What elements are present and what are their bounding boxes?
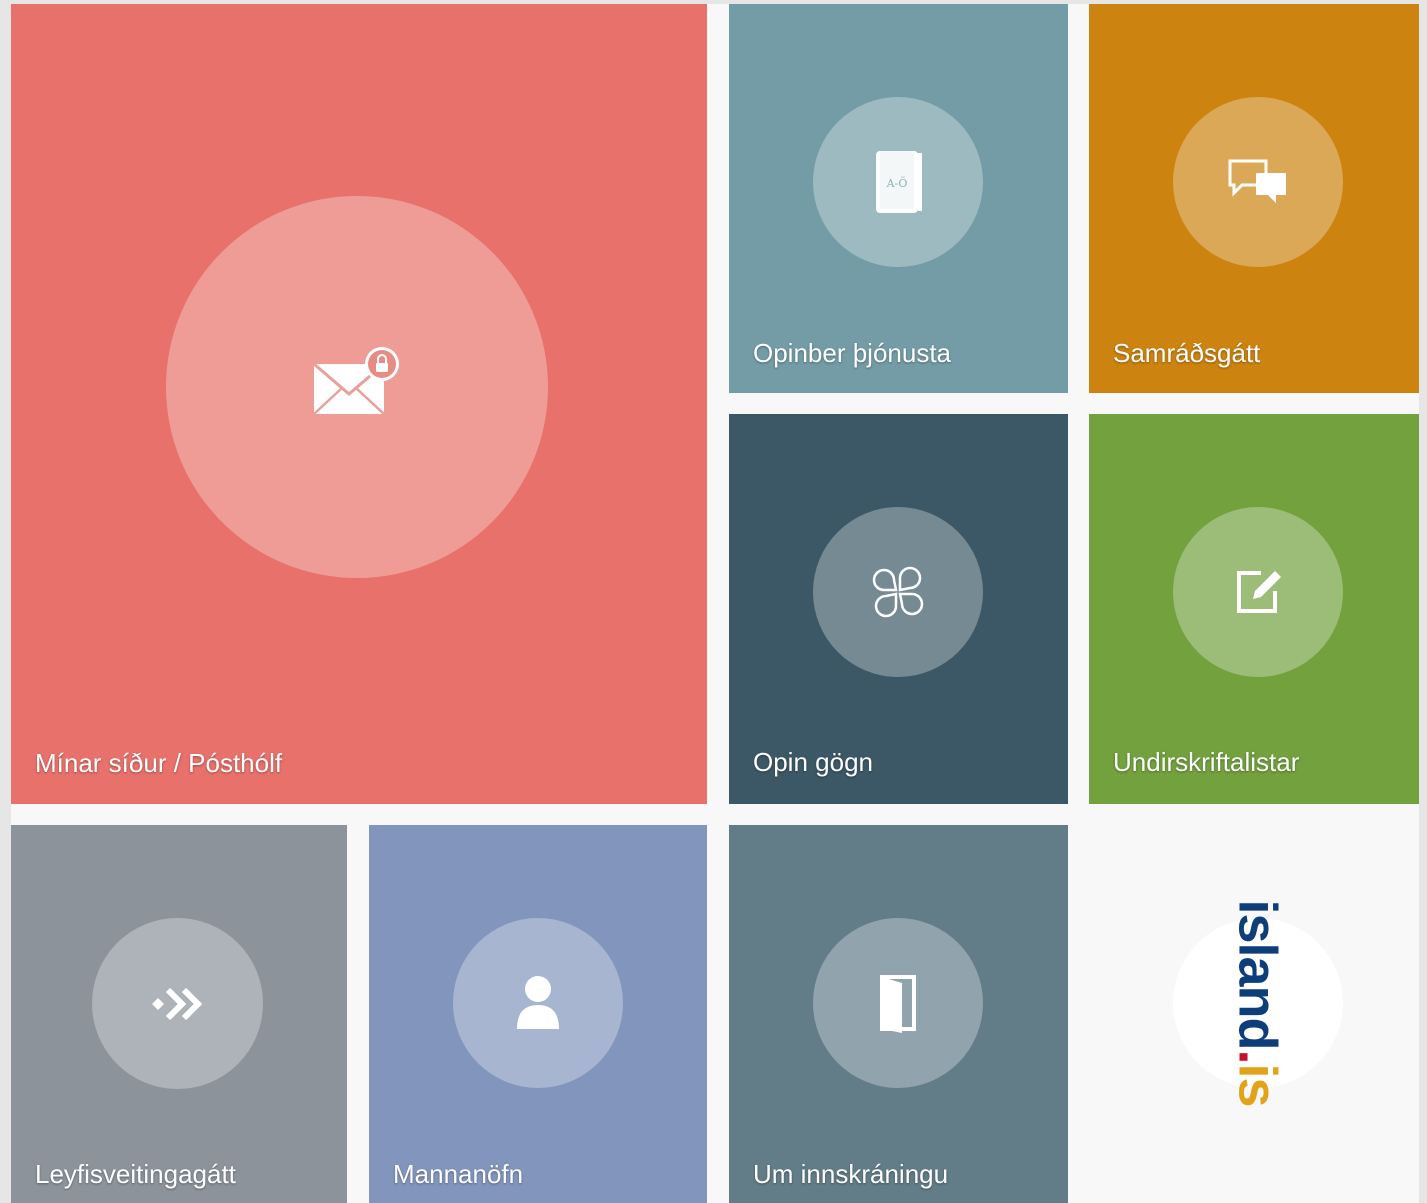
- tile-icon-circle: [813, 507, 983, 677]
- logo-circle: island.is: [1173, 899, 1343, 1107]
- tile-icon-circle: [813, 918, 983, 1088]
- logo-is-text: is: [1228, 1063, 1289, 1107]
- tile-opin-gogn[interactable]: Opin gögn: [729, 414, 1068, 804]
- tile-icon-circle: [166, 196, 548, 578]
- tile-undirskriftalistar[interactable]: Undirskriftalistar: [1089, 414, 1419, 804]
- tile-label: Leyfisveitingagátt: [35, 1159, 236, 1189]
- tile-icon-circle: A-Ö: [813, 97, 983, 267]
- chat-bubbles-icon: [1228, 159, 1286, 203]
- open-data-icon: [872, 566, 924, 618]
- tile-label: Opinber þjónusta: [753, 338, 952, 368]
- tile-um-innskraningu[interactable]: Um innskráningu: [729, 825, 1068, 1203]
- tile-icon-circle: [1173, 507, 1343, 677]
- island-is-logo-tile[interactable]: island.is: [1089, 825, 1419, 1203]
- svg-text:A-Ö: A-Ö: [886, 176, 908, 190]
- logo-island-text: island: [1228, 899, 1289, 1050]
- tile-label: Samráðsgátt: [1113, 338, 1261, 368]
- tile-leyfisveitingagatt[interactable]: Leyfisveitingagátt: [11, 825, 347, 1203]
- tile-icon-circle: [92, 918, 263, 1089]
- book-icon: A-Ö: [876, 151, 922, 213]
- tile-opinber-thjonusta[interactable]: A-Ö Opinber þjónusta: [729, 4, 1068, 393]
- logo-dot: .: [1228, 1049, 1289, 1064]
- tile-label: Mannanöfn: [393, 1159, 524, 1189]
- tile-label: Mínar síður / Pósthólf: [35, 748, 283, 778]
- tile-label: Undirskriftalistar: [1113, 747, 1300, 777]
- door-icon: [880, 975, 916, 1033]
- tile-minar-sidur[interactable]: Mínar síður / Pósthólf: [11, 4, 707, 804]
- tile-icon-circle: [453, 918, 623, 1088]
- person-icon: [517, 976, 559, 1029]
- arrows-right-icon: [151, 987, 202, 1020]
- tile-mannanofn[interactable]: Mannanöfn: [369, 825, 707, 1203]
- tile-label: Um innskráningu: [753, 1159, 949, 1189]
- mail-lock-icon: [313, 347, 399, 415]
- tile-label: Opin gögn: [753, 747, 873, 777]
- tile-samradsgatt[interactable]: Samráðsgátt: [1089, 4, 1419, 393]
- island-is-logo: island.is: [1227, 899, 1289, 1106]
- edit-icon: [1237, 571, 1281, 613]
- tile-icon-circle: [1173, 97, 1343, 267]
